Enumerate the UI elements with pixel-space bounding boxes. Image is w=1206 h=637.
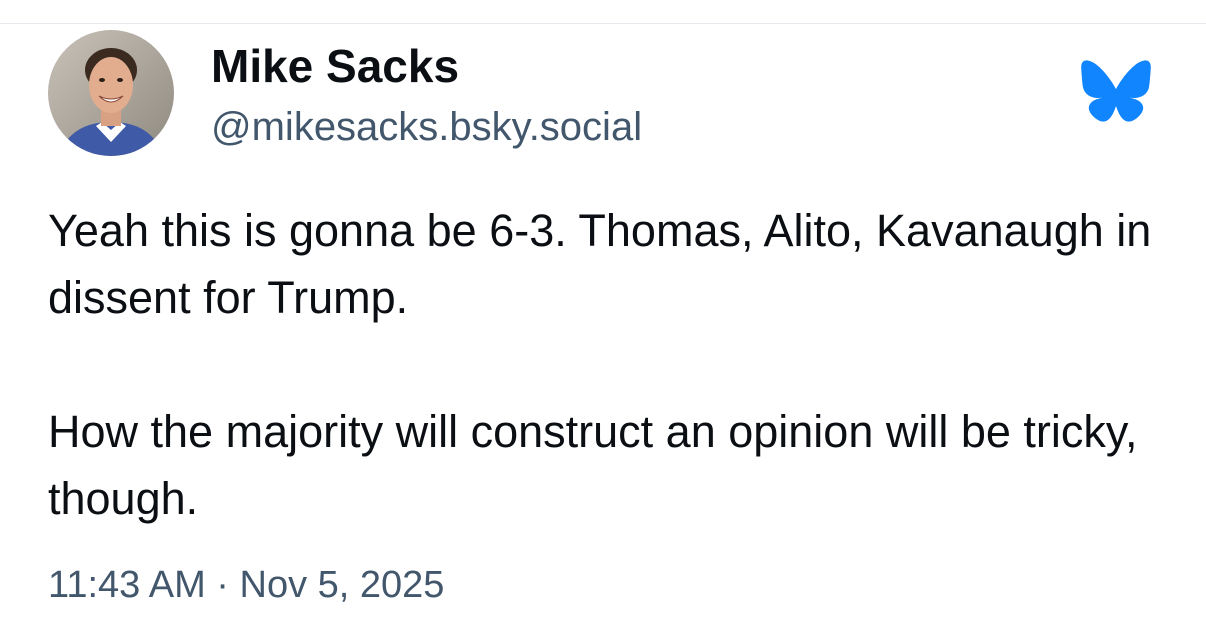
post-body: Yeah this is gonna be 6-3. Thomas, Alito… [48, 197, 1178, 532]
author-handle[interactable]: @mikesacks.bsky.social [211, 102, 642, 152]
avatar[interactable] [48, 30, 174, 156]
top-divider [0, 23, 1206, 24]
author-display-name[interactable]: Mike Sacks [211, 38, 459, 94]
post-timestamp[interactable]: 11:43 AM · Nov 5, 2025 [48, 560, 444, 610]
bluesky-butterfly-icon[interactable] [1080, 58, 1152, 124]
post-paragraph: How the majority will construct an opini… [48, 406, 1138, 524]
post-paragraph: Yeah this is gonna be 6-3. Thomas, Alito… [48, 205, 1152, 323]
